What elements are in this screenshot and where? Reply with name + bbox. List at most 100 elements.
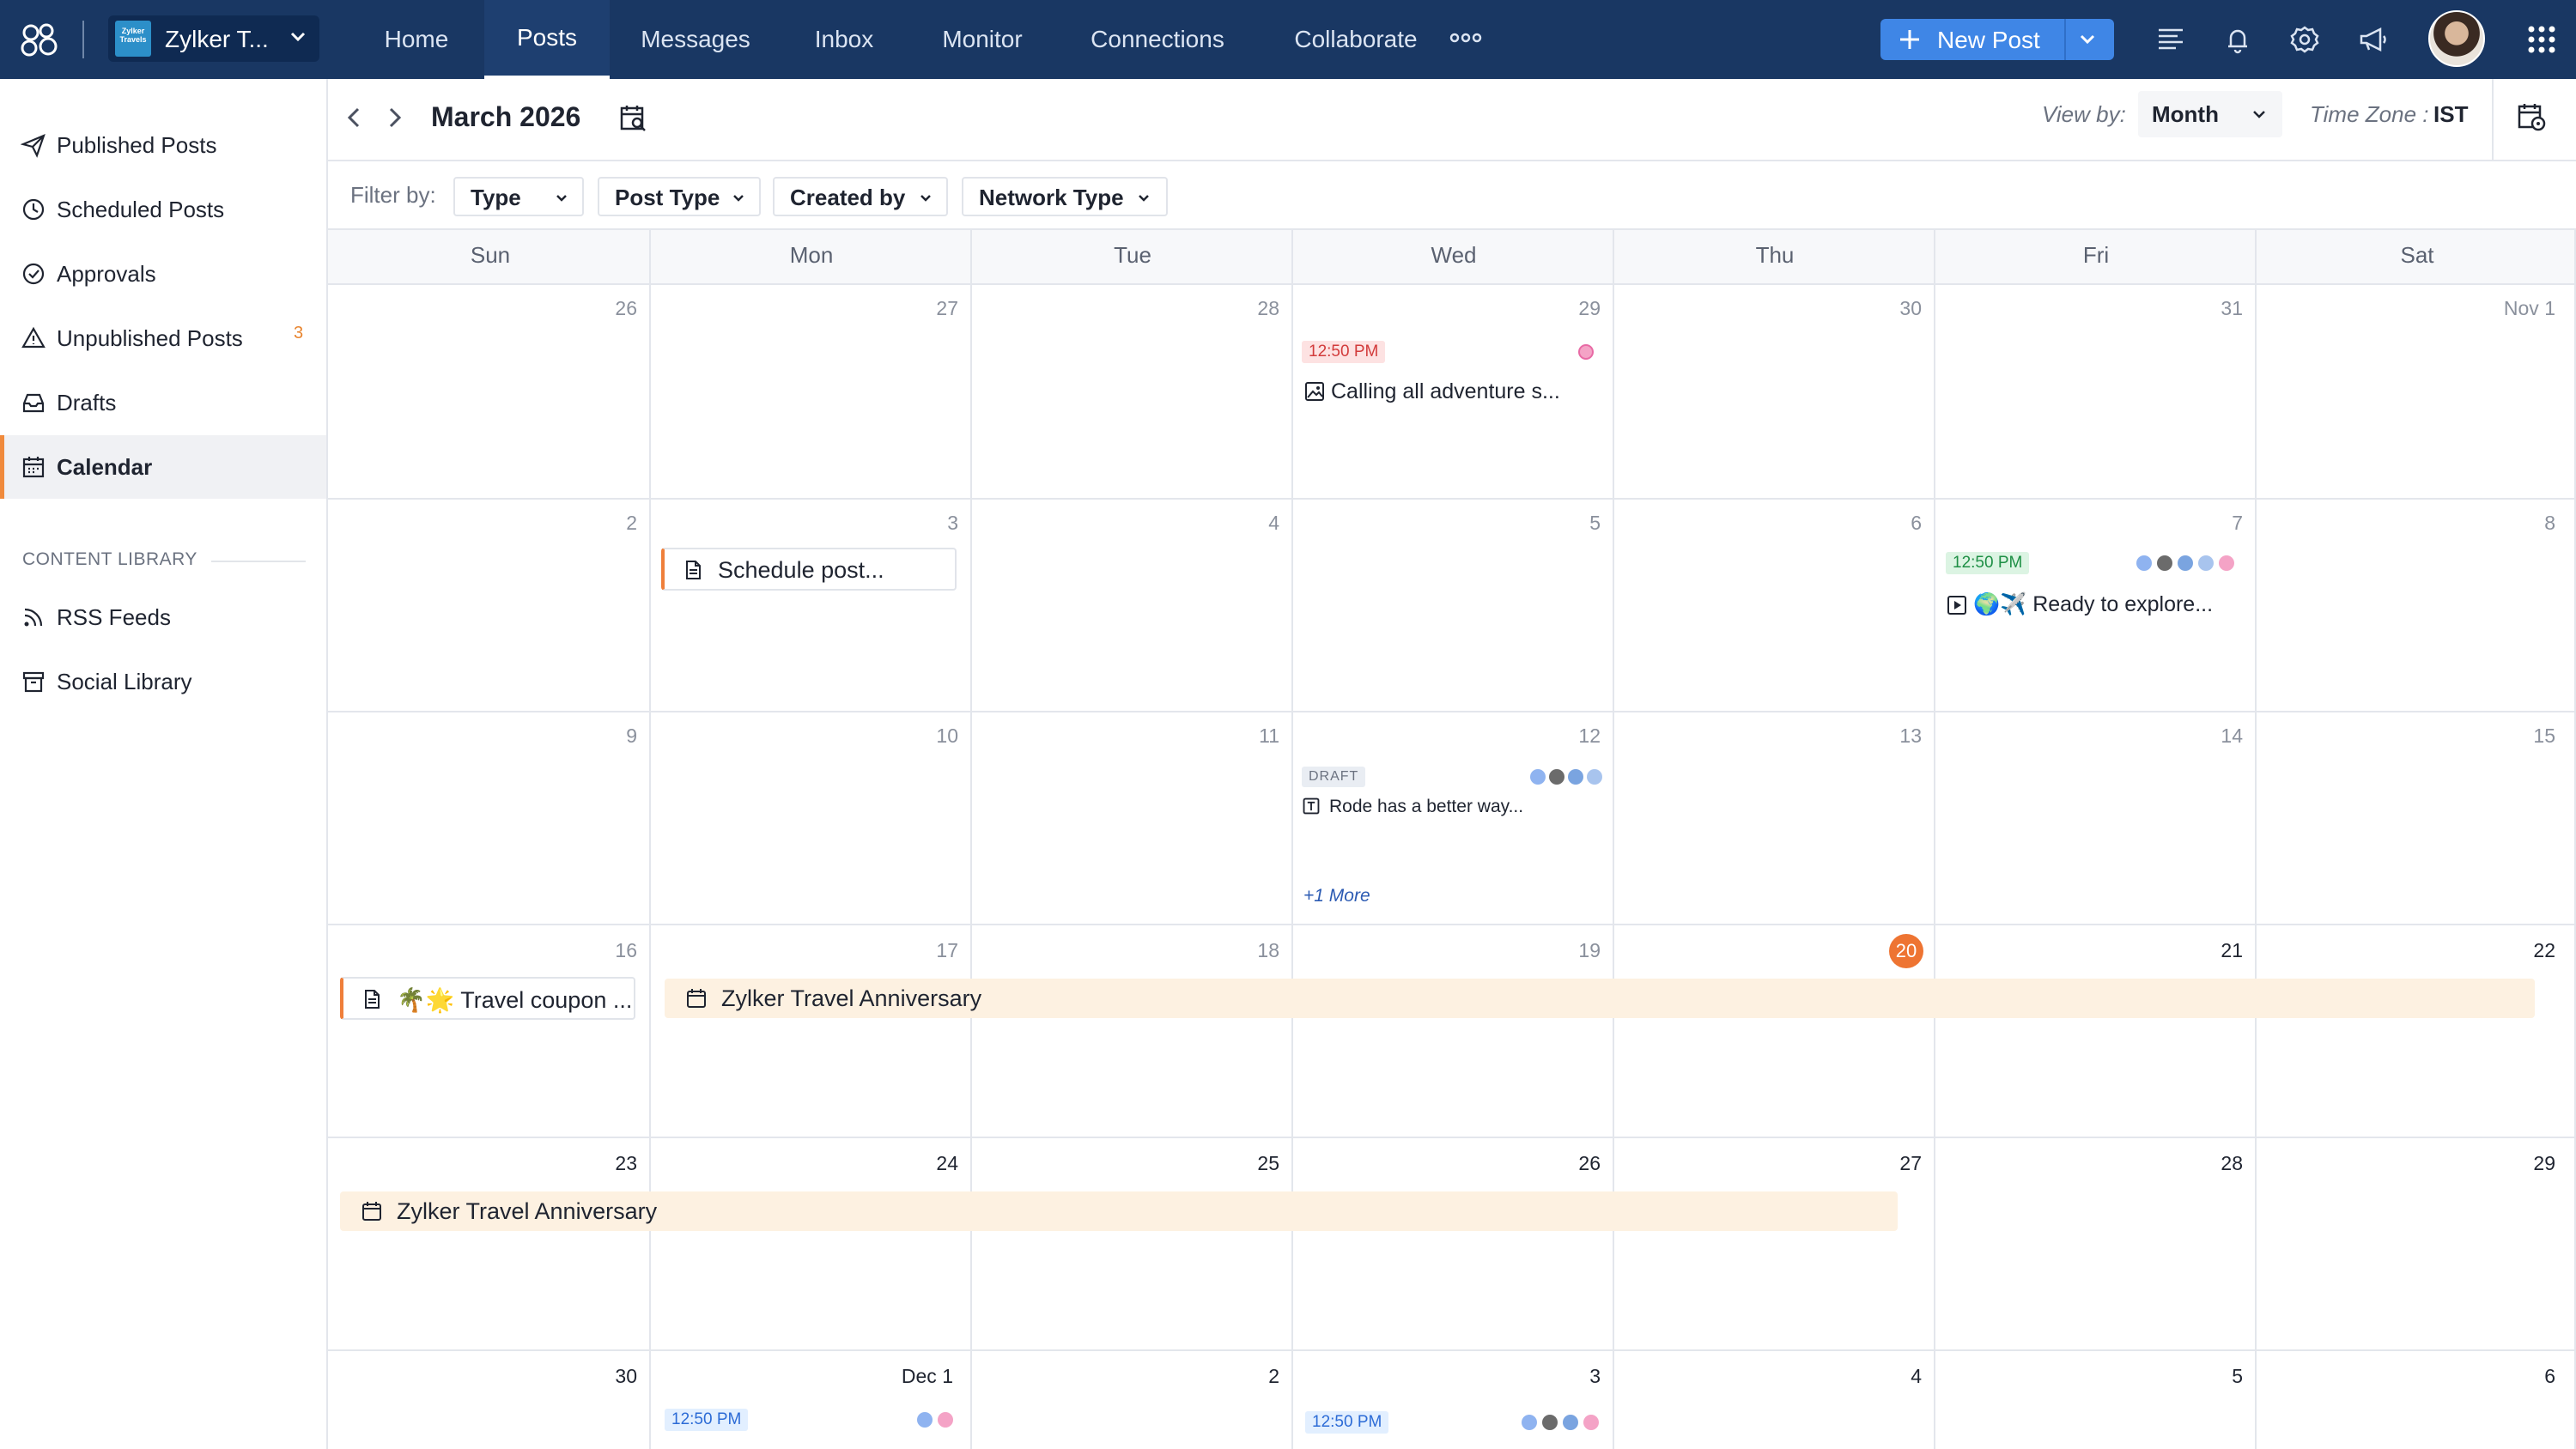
day-number[interactable]: 26 — [1498, 1152, 1601, 1175]
brand-name: Zylker T... — [165, 26, 269, 52]
post-preview-text[interactable]: Rode has a better way... — [1329, 797, 1523, 817]
nav-monitor[interactable]: Monitor — [924, 0, 1041, 79]
day-number[interactable]: 23 — [534, 1152, 637, 1175]
weekday-label: Fri — [2082, 242, 2110, 268]
text-post-icon — [1303, 797, 1320, 815]
new-post-button[interactable]: New Post — [1880, 19, 2114, 60]
day-number[interactable]: 18 — [1176, 939, 1279, 962]
linkedin-icon — [1563, 1415, 1578, 1430]
more-posts-link[interactable]: +1 More — [1303, 886, 1370, 906]
today-indicator[interactable]: 20 — [1889, 934, 1923, 968]
sidebar-item-scheduled-posts[interactable]: Scheduled Posts — [0, 178, 326, 241]
post-card-text: 🌴🌟 Travel coupon ... — [397, 987, 633, 1013]
day-number[interactable]: 5 — [1498, 512, 1601, 535]
apps-grid-icon[interactable] — [2524, 22, 2559, 57]
nav-collaborate[interactable]: Collaborate — [1279, 0, 1432, 79]
x-icon — [1542, 1415, 1558, 1430]
day-number[interactable]: 29 — [2452, 1152, 2555, 1175]
chevron-down-icon[interactable] — [2075, 27, 2100, 52]
day-number[interactable]: 17 — [855, 939, 958, 962]
gear-icon[interactable] — [2287, 22, 2322, 57]
post-preview-text[interactable]: 🌍✈️ Ready to explore... — [1973, 592, 2213, 617]
day-number[interactable]: 7 — [2140, 512, 2243, 535]
scheduled-post-card[interactable]: Schedule post... — [661, 548, 957, 591]
draft-status-badge: DRAFT — [1302, 767, 1366, 787]
day-number[interactable]: 2 — [534, 512, 637, 535]
filter-network-type-dropdown[interactable]: Network Type — [962, 177, 1168, 216]
day-number[interactable]: 4 — [1819, 1365, 1922, 1388]
app-logo-icon[interactable] — [19, 19, 60, 60]
bell-icon[interactable] — [2221, 22, 2255, 57]
day-number[interactable]: 6 — [1819, 512, 1922, 535]
megaphone-icon[interactable] — [2356, 22, 2391, 57]
day-number[interactable]: 2 — [1176, 1365, 1279, 1388]
day-number[interactable]: 27 — [1819, 1152, 1922, 1175]
chevron-left-icon[interactable] — [340, 103, 369, 132]
weekday-label: Wed — [1431, 242, 1477, 268]
filter-post-type-dropdown[interactable]: Post Type — [598, 177, 761, 216]
time-zone-label: Time Zone : — [2310, 101, 2429, 127]
day-number[interactable]: 22 — [2452, 939, 2555, 962]
day-number[interactable]: 6 — [2452, 1365, 2555, 1388]
filter-created-by-dropdown[interactable]: Created by — [773, 177, 948, 216]
chevron-right-icon[interactable] — [380, 103, 409, 132]
day-number[interactable]: 21 — [2140, 939, 2243, 962]
day-number[interactable]: 14 — [2140, 724, 2243, 748]
sidebar-item-social-library[interactable]: Social Library — [0, 650, 326, 713]
menu-lines-icon[interactable] — [2154, 22, 2188, 57]
calendar-search-icon[interactable] — [618, 103, 649, 134]
day-number[interactable]: 30 — [1819, 297, 1922, 320]
nav-posts[interactable]: Posts — [484, 0, 610, 79]
top-bar: Zylker Travels Zylker T... Home Posts Me… — [0, 0, 2576, 79]
day-number[interactable]: 25 — [1176, 1152, 1279, 1175]
day-number[interactable]: 16 — [534, 939, 637, 962]
day-number[interactable]: 4 — [1176, 512, 1279, 535]
user-avatar[interactable] — [2428, 10, 2485, 67]
day-number[interactable]: 27 — [855, 297, 958, 320]
day-number[interactable]: 10 — [855, 724, 958, 748]
day-number[interactable]: 11 — [1176, 724, 1279, 748]
sidebar-item-unpublished-posts[interactable]: Unpublished Posts 3 — [0, 306, 326, 370]
day-number[interactable]: 19 — [1498, 939, 1601, 962]
post-card-text: Schedule post... — [718, 557, 884, 583]
view-by-select[interactable]: Month — [2138, 91, 2282, 137]
filter-type-dropdown[interactable]: Type — [453, 177, 584, 216]
day-number[interactable]: Nov 1 — [2452, 297, 2555, 320]
post-preview-text[interactable]: Calling all adventure s... — [1331, 379, 1560, 404]
brand-switcher[interactable]: Zylker Travels Zylker T... — [108, 15, 319, 62]
day-number[interactable]: 30 — [534, 1365, 637, 1388]
day-number[interactable]: 12 — [1498, 724, 1601, 748]
day-number[interactable]: 3 — [1498, 1365, 1601, 1388]
nav-inbox[interactable]: Inbox — [792, 0, 896, 79]
day-number[interactable]: 13 — [1819, 724, 1922, 748]
sidebar-item-published-posts[interactable]: Published Posts — [0, 113, 326, 177]
more-icon[interactable] — [1449, 31, 1482, 45]
day-number[interactable]: 8 — [2452, 512, 2555, 535]
day-number[interactable]: 28 — [1176, 297, 1279, 320]
day-number[interactable]: 26 — [534, 297, 637, 320]
day-number[interactable]: 31 — [2140, 297, 2243, 320]
day-number[interactable]: Dec 1 — [850, 1365, 953, 1388]
nav-home[interactable]: Home — [361, 0, 472, 79]
sidebar-item-rss-feeds[interactable]: RSS Feeds — [0, 585, 326, 649]
day-number[interactable]: 5 — [2140, 1365, 2243, 1388]
warning-icon — [21, 326, 46, 349]
nav-connections[interactable]: Connections — [1072, 0, 1243, 79]
scheduled-post-card[interactable]: 🌴🌟 Travel coupon ... — [340, 977, 635, 1020]
day-number[interactable]: 3 — [855, 512, 958, 535]
event-bar[interactable]: Zylker Travel Anniversary — [340, 1191, 1898, 1231]
day-number[interactable]: 15 — [2452, 724, 2555, 748]
sidebar-item-drafts[interactable]: Drafts — [0, 371, 326, 434]
nav-messages[interactable]: Messages — [627, 0, 764, 79]
sidebar-item-approvals[interactable]: Approvals — [0, 242, 326, 306]
calendar-settings-icon[interactable] — [2516, 101, 2549, 134]
event-bar[interactable]: Zylker Travel Anniversary — [665, 979, 2535, 1018]
sidebar-item-calendar[interactable]: Calendar — [0, 435, 326, 499]
day-number[interactable]: 28 — [2140, 1152, 2243, 1175]
day-number[interactable]: 24 — [855, 1152, 958, 1175]
day-number[interactable]: 9 — [534, 724, 637, 748]
grid-line — [1934, 230, 1935, 1449]
day-number[interactable]: 29 — [1498, 297, 1601, 320]
time-zone-value[interactable]: IST — [2433, 101, 2468, 128]
sidebar-item-label: Calendar — [57, 454, 153, 480]
